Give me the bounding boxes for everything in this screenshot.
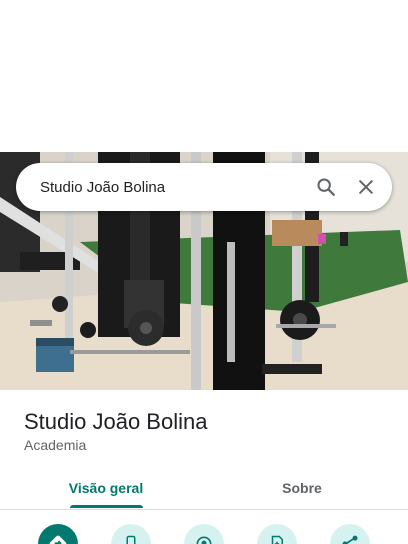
place-title: Studio João Bolina: [24, 409, 208, 434]
search-query[interactable]: Studio João Bolina: [40, 179, 306, 196]
close-icon[interactable]: [346, 167, 386, 207]
place-tabs: Visão geral Sobre: [0, 466, 408, 510]
location-icon: [196, 536, 212, 544]
tab-selected-indicator: [70, 505, 143, 508]
save-icon: [271, 535, 283, 544]
save-button[interactable]: [257, 524, 297, 544]
place-category: Academia: [24, 437, 87, 453]
phone-icon: [126, 535, 136, 544]
search-icon[interactable]: [306, 167, 346, 207]
share-icon: [342, 535, 358, 544]
tab-overview[interactable]: Visão geral: [63, 466, 149, 509]
search-bar[interactable]: Studio João Bolina: [16, 163, 392, 211]
tab-about[interactable]: Sobre: [260, 466, 344, 509]
call-button[interactable]: [111, 524, 151, 544]
share-button[interactable]: [330, 524, 370, 544]
action-buttons-row: [0, 510, 408, 544]
directions-icon: [49, 535, 67, 544]
directions-button[interactable]: [38, 524, 78, 544]
top-blank-area: [0, 0, 408, 152]
nearby-button[interactable]: [184, 524, 224, 544]
